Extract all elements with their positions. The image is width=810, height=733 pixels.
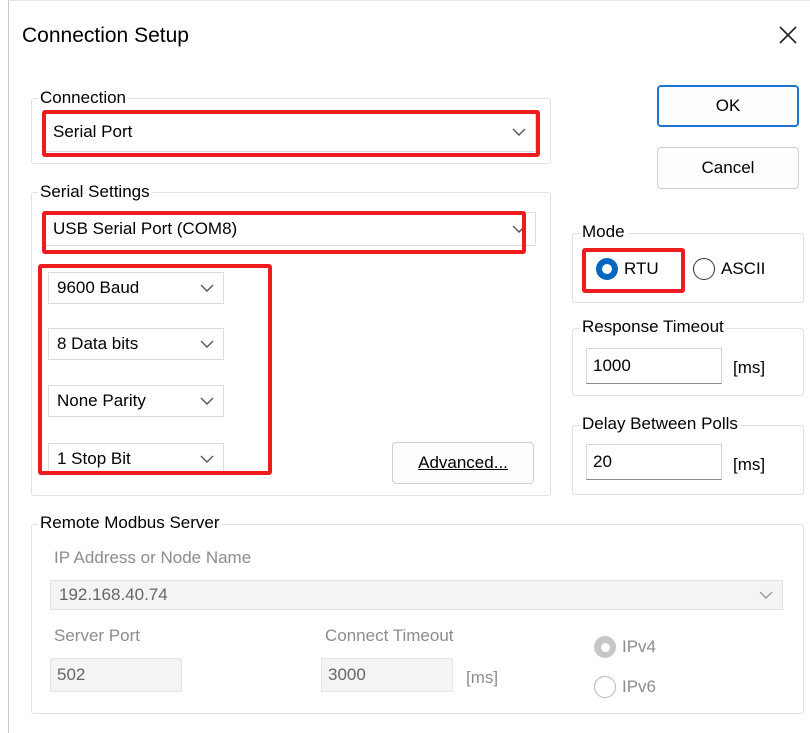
cancel-button[interactable]: Cancel [657,147,799,189]
mode-label: Mode [580,222,627,242]
radio-unselected-disabled-icon [594,676,616,698]
baud-select[interactable]: 9600 Baud [48,272,224,304]
stop-bits-value: 1 Stop Bit [57,449,131,468]
delay-polls-unit: [ms] [733,455,766,474]
rtu-radio[interactable]: RTU [596,258,659,280]
chevron-down-icon [200,284,214,292]
baud-value: 9600 Baud [57,278,140,297]
rtu-label: RTU [624,259,659,278]
parity-select[interactable]: None Parity [48,385,224,417]
connect-timeout-unit: [ms] [466,668,499,687]
connection-select[interactable]: Serial Port [44,112,536,152]
connection-label: Connection [38,88,129,108]
chevron-down-icon [512,225,526,233]
remote-server-label: Remote Modbus Server [38,513,222,533]
dialog-title: Connection Setup [22,24,189,47]
data-bits-select[interactable]: 8 Data bits [48,328,224,360]
chevron-down-icon [200,340,214,348]
radio-unselected-icon [693,258,715,280]
response-timeout-input[interactable]: 1000 [586,348,722,384]
serial-port-value: USB Serial Port (COM8) [53,219,238,238]
chevron-down-icon [512,128,526,136]
response-timeout-unit: [ms] [733,358,766,377]
delay-polls-label: Delay Between Polls [580,414,740,434]
chevron-down-icon [759,591,773,599]
connect-timeout-input[interactable]: 3000 [321,658,453,692]
response-timeout-label: Response Timeout [580,317,726,337]
radio-selected-icon [596,258,618,280]
ipv4-radio[interactable]: IPv4 [594,636,656,658]
connection-select-value: Serial Port [53,122,133,141]
ascii-label: ASCII [721,259,766,278]
ip-address-label: IP Address or Node Name [54,548,252,567]
ipv6-label: IPv6 [622,677,657,696]
ip-address-select[interactable]: 192.168.40.74 [50,580,783,610]
close-icon [779,26,797,44]
server-port-input[interactable]: 502 [50,658,182,692]
advanced-button[interactable]: Advanced... [392,442,534,484]
serial-port-select[interactable]: USB Serial Port (COM8) [44,212,536,246]
ipv4-label: IPv4 [622,637,657,656]
ascii-radio[interactable]: ASCII [693,258,765,280]
advanced-button-label: Advanced... [418,453,508,472]
stop-bits-select[interactable]: 1 Stop Bit [48,443,224,475]
data-bits-value: 8 Data bits [57,334,139,353]
chevron-down-icon [200,455,214,463]
connect-timeout-label: Connect Timeout [325,626,454,645]
chevron-down-icon [200,397,214,405]
server-port-label: Server Port [54,626,140,645]
parity-value: None Parity [57,391,146,410]
ipv6-radio[interactable]: IPv6 [594,676,656,698]
ip-address-value: 192.168.40.74 [59,585,168,604]
radio-selected-disabled-icon [594,636,616,658]
delay-polls-input[interactable]: 20 [586,444,722,480]
serial-settings-label: Serial Settings [38,182,152,202]
close-button[interactable] [772,18,804,52]
ok-button[interactable]: OK [657,85,799,127]
